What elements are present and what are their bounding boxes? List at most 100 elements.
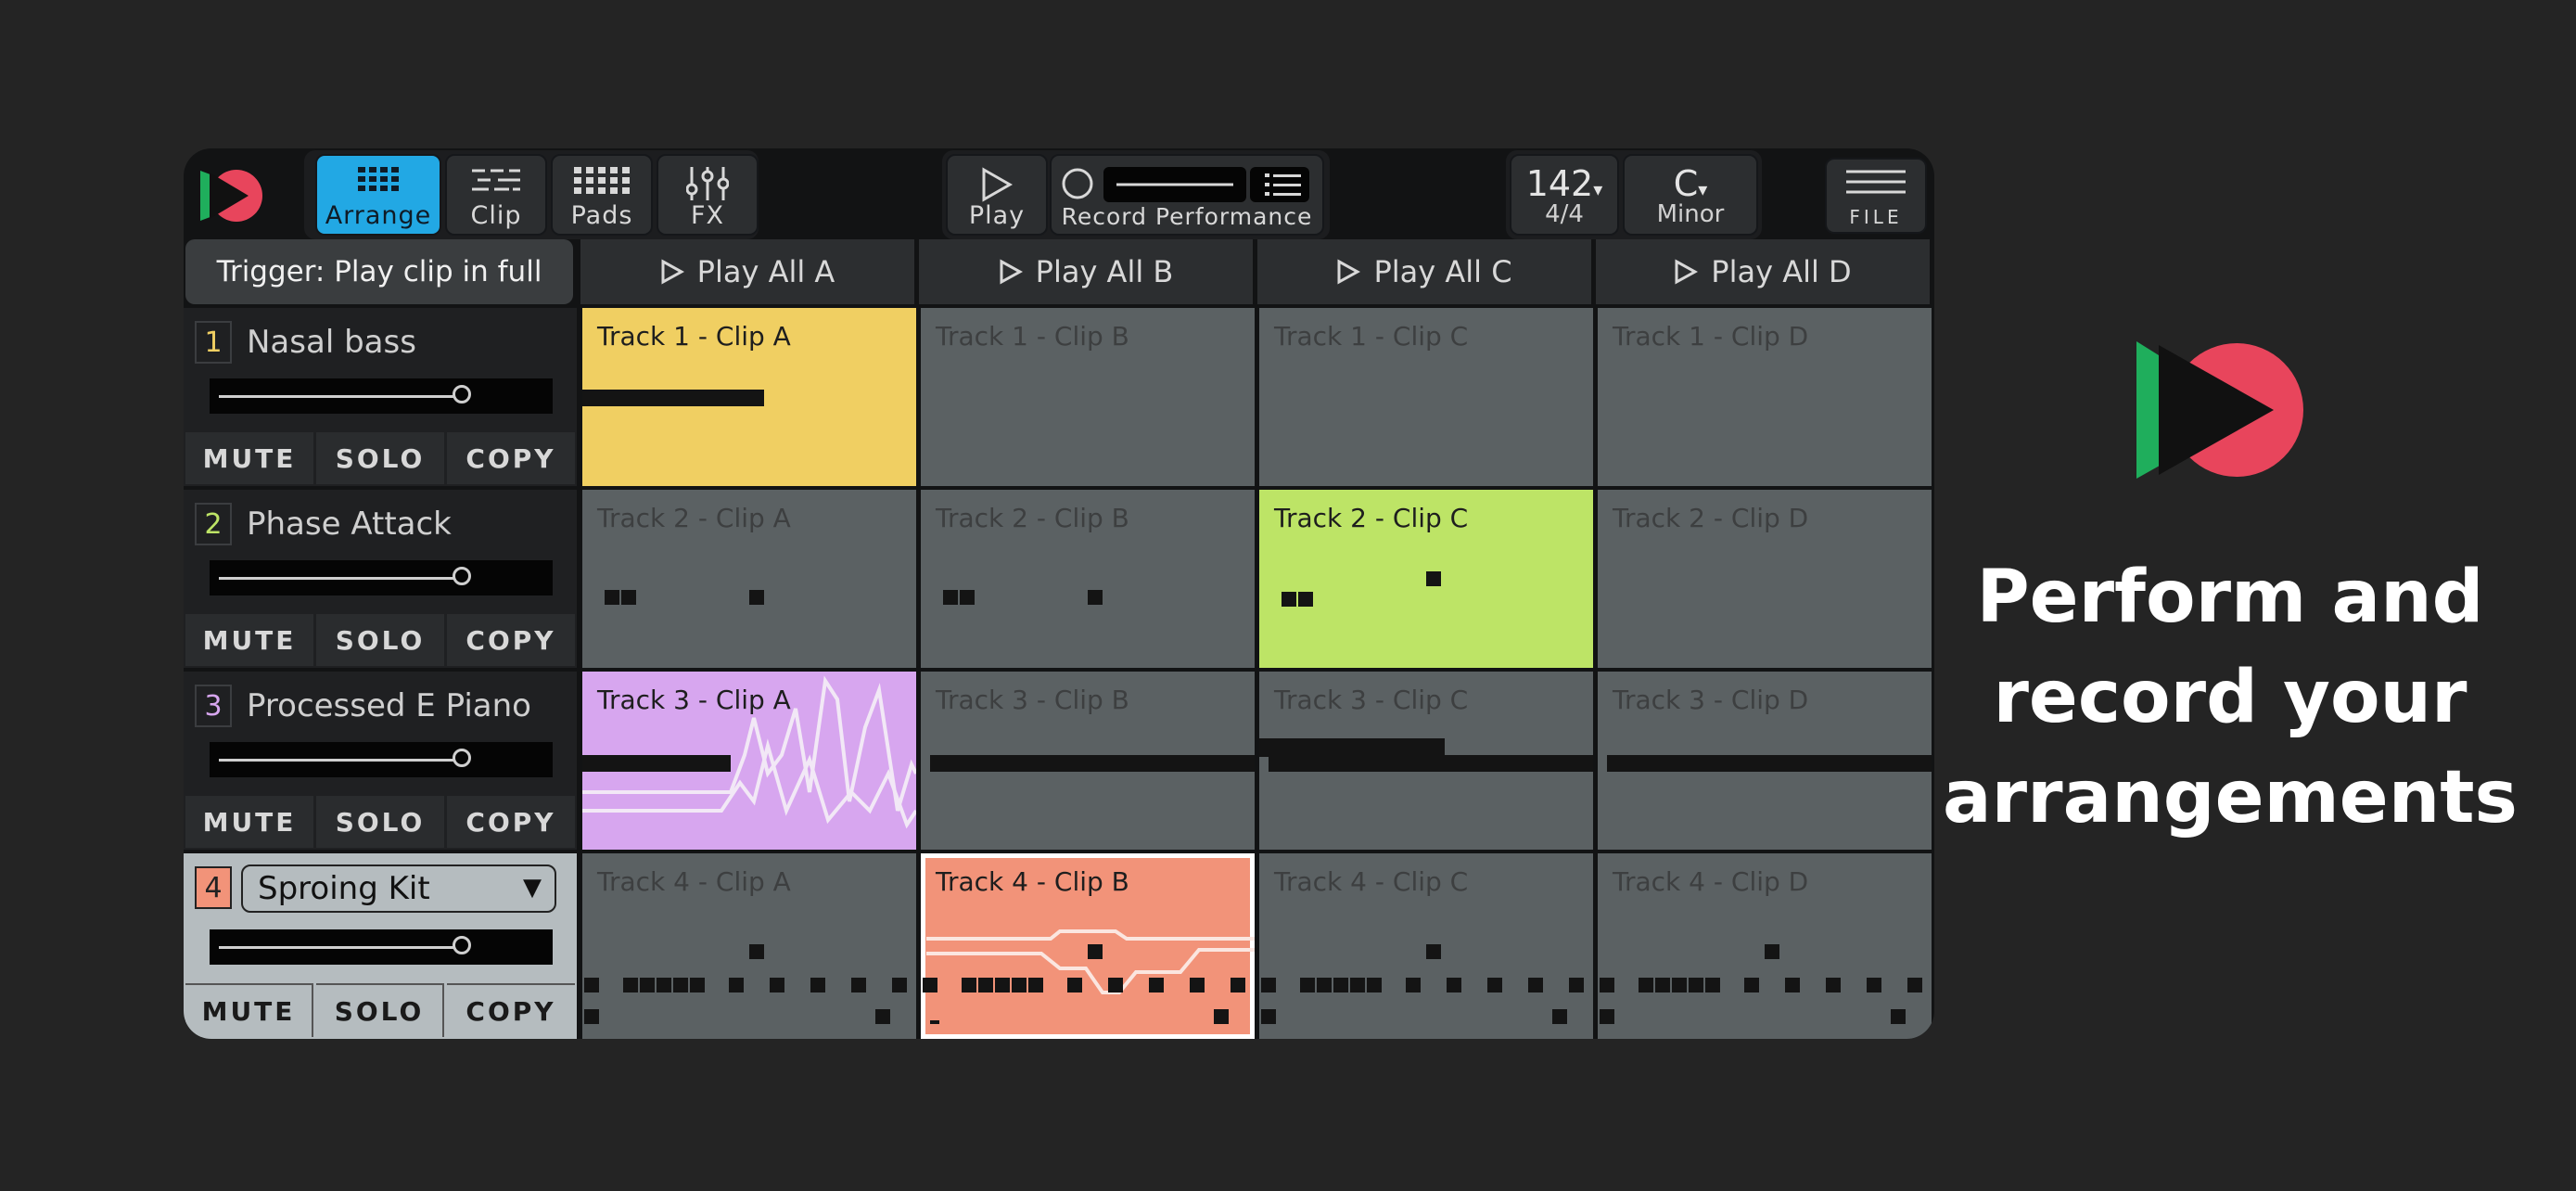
file-label: FILE xyxy=(1849,206,1903,228)
grid-icon xyxy=(358,167,399,191)
play-all-label: Play All A xyxy=(696,254,835,289)
play-label: Play xyxy=(968,201,1026,230)
clip-title: Track 1 - Clip C xyxy=(1274,321,1469,352)
headline-line: Perform and xyxy=(1976,556,2484,639)
clip-notes xyxy=(943,590,1103,605)
mute-button[interactable]: MUTE xyxy=(185,796,313,848)
play-icon xyxy=(1675,259,1699,285)
brand-logo-icon xyxy=(2136,341,2303,479)
app-window: Arrange Clip Pads FX Play Record Perform… xyxy=(184,148,1934,1039)
clip-notes xyxy=(1259,738,1593,772)
play-icon xyxy=(1337,259,1361,285)
clip-4d[interactable]: Track 4 - Clip D xyxy=(1598,853,1932,1039)
solo-button[interactable]: SOLO xyxy=(316,614,444,666)
clip-4a[interactable]: Track 4 - Clip A xyxy=(582,853,916,1039)
dropdown-arrow-icon: ▼ xyxy=(523,874,542,902)
track-name[interactable]: Phase Attack xyxy=(247,503,452,545)
key-scale-button[interactable]: C▾ Minor xyxy=(1623,154,1758,236)
file-menu-button[interactable]: FILE xyxy=(1825,158,1927,234)
copy-button[interactable]: COPY xyxy=(447,614,575,666)
clip-2a[interactable]: Track 2 - Clip A xyxy=(582,490,916,668)
mute-button[interactable]: MUTE xyxy=(185,983,313,1037)
play-all-c-button[interactable]: Play All C xyxy=(1257,239,1591,304)
clip-3c[interactable]: Track 3 - Clip C xyxy=(1259,672,1593,850)
play-all-b-button[interactable]: Play All B xyxy=(919,239,1253,304)
track-number: 3 xyxy=(195,685,232,727)
track-name[interactable]: Processed E Piano xyxy=(247,685,531,727)
track-panel-3: 3 Processed E Piano MUTE SOLO COPY xyxy=(184,672,577,850)
volume-slider[interactable] xyxy=(210,378,553,414)
tab-label: Arrange xyxy=(325,201,432,230)
clip-1c[interactable]: Track 1 - Clip C xyxy=(1259,308,1593,486)
clip-2d[interactable]: Track 2 - Clip D xyxy=(1598,490,1932,668)
tab-label: FX xyxy=(690,201,725,230)
time-signature: 4/4 xyxy=(1545,200,1584,228)
clip-title: Track 1 - Clip B xyxy=(936,321,1129,352)
volume-slider[interactable] xyxy=(210,929,553,965)
clip-2c[interactable]: Track 2 - Clip C xyxy=(1259,490,1593,668)
piano-roll-icon xyxy=(472,169,520,191)
clip-2b[interactable]: Track 2 - Clip B xyxy=(921,490,1255,668)
record-controls xyxy=(1062,167,1309,202)
copy-button[interactable]: COPY xyxy=(447,432,575,484)
headline-line: record your xyxy=(1993,656,2468,739)
play-all-label: Play All B xyxy=(1035,254,1174,289)
scale-value: Minor xyxy=(1656,200,1725,228)
clip-1d[interactable]: Track 1 - Clip D xyxy=(1598,308,1932,486)
copy-button[interactable]: COPY xyxy=(447,983,575,1037)
clip-3b[interactable]: Track 3 - Clip B xyxy=(921,672,1255,850)
clip-notes xyxy=(584,944,907,1024)
solo-button[interactable]: SOLO xyxy=(316,432,444,484)
tab-fx[interactable]: FX xyxy=(657,154,759,236)
mute-button[interactable]: MUTE xyxy=(185,432,313,484)
clip-notes xyxy=(582,675,916,829)
hamburger-menu-icon xyxy=(1846,170,1906,194)
track-panel-4: 4 Sproing Kit ▼ MUTE SOLO COPY xyxy=(184,853,577,1039)
tab-label: Clip xyxy=(470,201,522,230)
clip-notes xyxy=(930,755,1255,772)
play-icon xyxy=(982,167,1014,202)
volume-slider[interactable] xyxy=(210,742,553,777)
play-all-label: Play All C xyxy=(1373,254,1512,289)
clip-notes xyxy=(923,929,1255,1024)
tempo-button[interactable]: 142▾ 4/4 xyxy=(1510,154,1619,236)
chevron-down-icon: ▾ xyxy=(1593,178,1603,200)
track-name[interactable]: Nasal bass xyxy=(247,321,416,364)
record-icon xyxy=(1062,168,1093,199)
play-icon xyxy=(661,259,684,285)
tab-arrange[interactable]: Arrange xyxy=(315,154,441,236)
clip-1b[interactable]: Track 1 - Clip B xyxy=(921,308,1255,486)
play-all-d-button[interactable]: Play All D xyxy=(1596,239,1930,304)
chevron-down-icon: ▾ xyxy=(1698,178,1708,200)
clip-notes xyxy=(605,590,764,605)
tempo-value: 142 xyxy=(1525,163,1594,204)
clip-notes xyxy=(1261,944,1584,1024)
clip-4c[interactable]: Track 4 - Clip C xyxy=(1259,853,1593,1039)
record-performance-button[interactable]: Record Performance xyxy=(1050,154,1324,236)
solo-button[interactable]: SOLO xyxy=(316,796,444,848)
play-button[interactable]: Play xyxy=(946,154,1048,236)
record-label: Record Performance xyxy=(1061,203,1313,230)
instrument-select[interactable]: Sproing Kit ▼ xyxy=(241,864,556,913)
track-number: 4 xyxy=(195,866,232,909)
trigger-mode-button[interactable]: Trigger: Play clip in full xyxy=(185,239,573,304)
clip-title: Track 1 - Clip D xyxy=(1613,321,1809,352)
tab-clip[interactable]: Clip xyxy=(445,154,547,236)
clip-3a[interactable]: Track 3 - Clip A xyxy=(582,672,916,850)
play-all-a-button[interactable]: Play All A xyxy=(580,239,914,304)
track-number: 1 xyxy=(195,321,232,364)
copy-button[interactable]: COPY xyxy=(447,796,575,848)
clip-1a[interactable]: Track 1 - Clip A xyxy=(582,308,916,486)
play-all-label: Play All D xyxy=(1711,254,1852,289)
tab-pads[interactable]: Pads xyxy=(551,154,653,236)
clip-4b[interactable]: Track 4 - Clip B xyxy=(921,853,1255,1039)
instrument-name: Sproing Kit xyxy=(258,870,430,907)
clip-title: Track 2 - Clip D xyxy=(1613,503,1809,533)
clip-3d[interactable]: Track 3 - Clip D xyxy=(1598,672,1932,850)
track-panel-1: 1 Nasal bass MUTE SOLO COPY xyxy=(184,308,577,486)
clip-notes xyxy=(582,390,764,406)
track-number: 2 xyxy=(195,503,232,545)
volume-slider[interactable] xyxy=(210,560,553,596)
solo-button[interactable]: SOLO xyxy=(316,983,444,1037)
mute-button[interactable]: MUTE xyxy=(185,614,313,666)
